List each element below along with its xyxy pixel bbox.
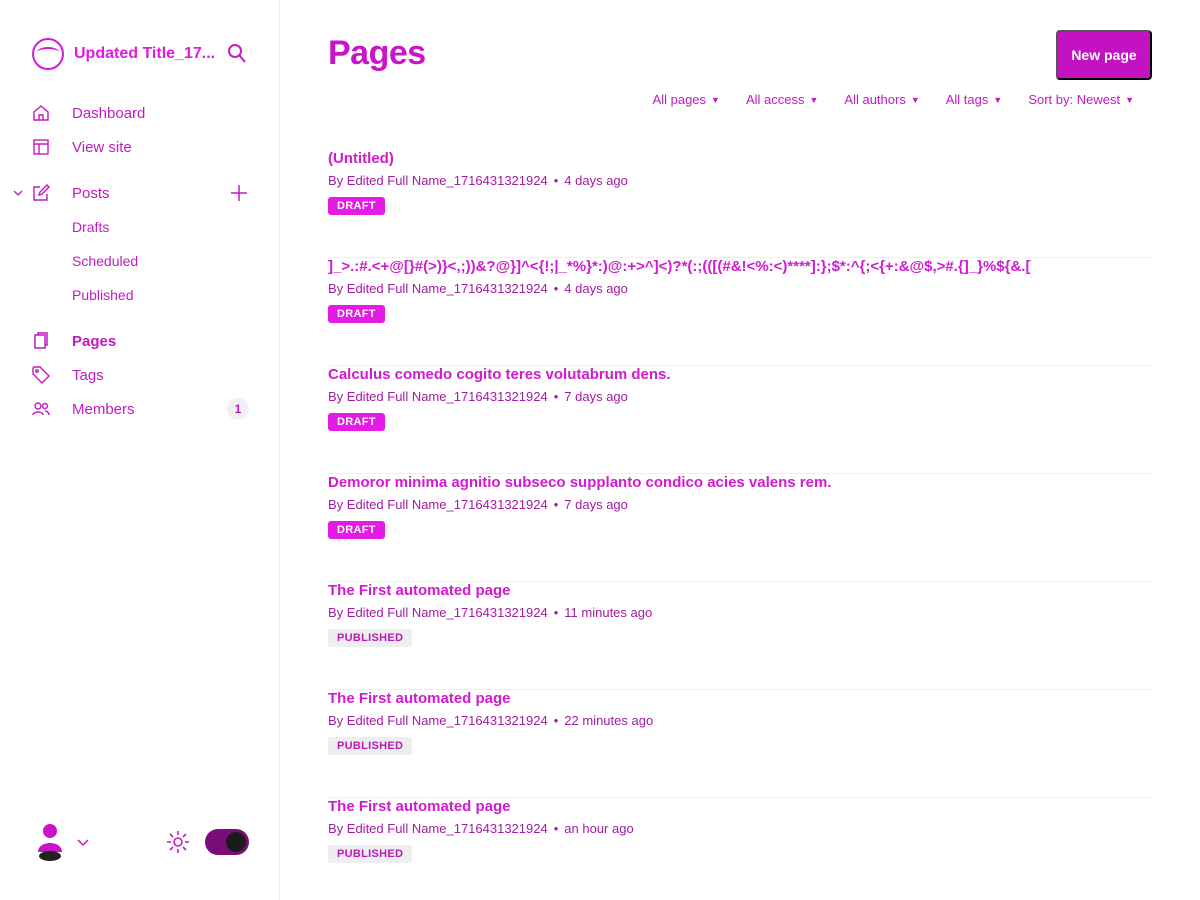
- page-meta: By Edited Full Name_1716431321924 • an hou…: [328, 821, 634, 836]
- status-badge: DRAFT: [328, 305, 385, 323]
- sidebar-footer: [36, 818, 249, 866]
- page-title-link[interactable]: Demoror minima agnitio subseco supplanto…: [328, 474, 1152, 492]
- members-icon: [32, 400, 50, 418]
- page-meta: By Edited Full Name_1716431321924 • 4 days…: [328, 281, 628, 296]
- list-item[interactable]: The First automated page By Edited Full …: [328, 582, 1152, 690]
- list-item[interactable]: Calculus comedo cogito teres volutabrum …: [328, 366, 1152, 474]
- theme-toggle[interactable]: [205, 829, 249, 855]
- gear-icon[interactable]: [165, 829, 191, 855]
- status-badge: DRAFT: [328, 521, 385, 539]
- site-title[interactable]: Updated Title_17...: [74, 45, 215, 63]
- members-count-badge: 1: [227, 398, 249, 420]
- list-item[interactable]: The First automated page By Edited Full …: [328, 798, 1152, 900]
- page-title-link[interactable]: Calculus comedo cogito teres volutabrum …: [328, 366, 1152, 384]
- filter-bar: All pages ▼ All access ▼ All authors ▼ All …: [653, 92, 1134, 107]
- page-title: Pages: [328, 34, 426, 72]
- list-item[interactable]: The First automated page By Edited Full …: [328, 690, 1152, 798]
- filter-access-dropdown[interactable]: All access ▼: [746, 92, 818, 107]
- page-meta: By Edited Full Name_1716431321924 • 7 days…: [328, 389, 628, 404]
- sidebar-item-published[interactable]: Published: [32, 278, 249, 312]
- status-badge: PUBLISHED: [328, 737, 413, 755]
- list-item[interactable]: ]_>.:#.<+@[}#(>)}<,;))&?@}]^<{!;|_*%}*:)…: [328, 258, 1152, 366]
- sort-dropdown[interactable]: Sort by: Newest ▼: [1028, 92, 1134, 107]
- chevron-down-icon: ▼: [809, 94, 819, 105]
- sidebar-item-label: Dashboard: [72, 104, 146, 122]
- home-icon: [32, 104, 50, 122]
- layout-icon: [32, 138, 50, 156]
- status-badge: DRAFT: [328, 197, 385, 215]
- sidebar-item-label: View site: [72, 138, 132, 156]
- site-logo-icon[interactable]: [32, 38, 64, 70]
- chevron-down-icon: ▼: [993, 94, 1003, 105]
- chevron-down-icon[interactable]: [76, 835, 90, 849]
- sidebar-item-drafts[interactable]: Drafts: [32, 210, 249, 244]
- sidebar-item-posts[interactable]: Posts: [13, 176, 249, 210]
- sidebar-item-label: Pages: [72, 332, 117, 350]
- tag-icon: [32, 366, 50, 384]
- new-page-button[interactable]: New page: [1056, 30, 1152, 80]
- avatar[interactable]: [36, 822, 64, 862]
- list-item[interactable]: Demoror minima agnitio subseco supplanto…: [328, 474, 1152, 582]
- status-badge: PUBLISHED: [328, 845, 413, 863]
- brand: Updated Title_17...: [32, 36, 249, 72]
- chevron-down-icon: ▼: [910, 94, 920, 105]
- status-badge: PUBLISHED: [328, 629, 413, 647]
- sidebar-item-pages[interactable]: Pages: [32, 324, 249, 358]
- sidebar-item-label: Members: [72, 400, 135, 418]
- sidebar-nav: Dashboard View site Posts Drafts Schedul…: [13, 96, 249, 426]
- page-meta: By Edited Full Name_1716431321924 • 22 min…: [328, 713, 654, 728]
- page-meta: By Edited Full Name_1716431321924 • 4 days…: [328, 173, 628, 188]
- sidebar-item-scheduled[interactable]: Scheduled: [32, 244, 249, 278]
- filter-tags-dropdown[interactable]: All tags ▼: [946, 92, 1003, 107]
- page-title-link[interactable]: The First automated page: [328, 690, 1152, 708]
- page-meta: By Edited Full Name_1716431321924 • 11 min…: [328, 605, 653, 620]
- page-title-link[interactable]: ]_>.:#.<+@[}#(>)}<,;))&?@}]^<{!;|_*%}*:)…: [328, 258, 1152, 276]
- main-content: Pages New page All pages ▼ All access ▼ Al…: [280, 0, 1200, 900]
- page-icon: [32, 332, 50, 350]
- sidebar-item-tags[interactable]: Tags: [32, 358, 249, 392]
- page-meta: By Edited Full Name_1716431321924 • 7 days…: [328, 497, 628, 512]
- page-title-link[interactable]: The First automated page: [328, 798, 1152, 816]
- sidebar-item-dashboard[interactable]: Dashboard: [32, 96, 249, 130]
- status-badge: DRAFT: [328, 413, 385, 431]
- sidebar-item-label: Posts: [72, 184, 110, 202]
- app-root: Updated Title_17... Dashboard View site: [0, 0, 1200, 900]
- search-icon[interactable]: [225, 42, 249, 66]
- list-item[interactable]: (Untitled) By Edited Full Name_171643132…: [328, 150, 1152, 258]
- chevron-down-icon: ▼: [1125, 94, 1134, 105]
- filter-pages-dropdown[interactable]: All pages ▼: [653, 92, 720, 107]
- sidebar-item-view-site[interactable]: View site: [32, 130, 249, 164]
- chevron-down-icon[interactable]: [12, 187, 24, 199]
- sidebar: Updated Title_17... Dashboard View site: [0, 0, 280, 900]
- sidebar-item-members[interactable]: Members 1: [32, 392, 249, 426]
- add-post-icon[interactable]: [229, 183, 249, 203]
- page-title-link[interactable]: (Untitled): [328, 150, 1152, 168]
- sidebar-item-label: Tags: [72, 366, 104, 384]
- edit-icon: [32, 184, 50, 202]
- chevron-down-icon: ▼: [711, 94, 720, 105]
- pages-list: (Untitled) By Edited Full Name_171643132…: [328, 150, 1152, 900]
- filter-authors-dropdown[interactable]: All authors ▼: [844, 92, 919, 107]
- page-title-link[interactable]: The First automated page: [328, 582, 1152, 600]
